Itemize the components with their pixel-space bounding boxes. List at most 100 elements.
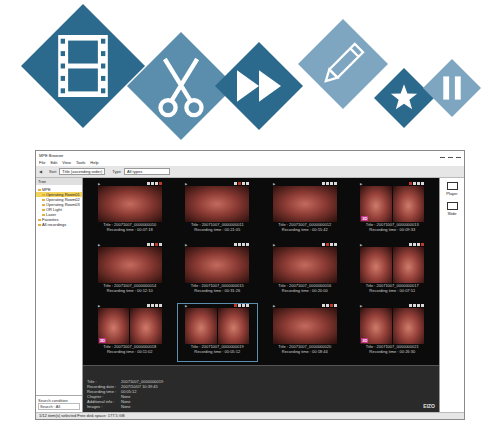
sort-dropdown[interactable]: Title (ascending order)	[59, 168, 105, 175]
tag-box[interactable]	[234, 243, 237, 246]
filter-label: Type	[112, 169, 121, 174]
tag-box[interactable]	[151, 304, 154, 307]
tag-box[interactable]	[147, 243, 150, 246]
tree-item[interactable]: Operating Room02	[36, 197, 82, 202]
player-button[interactable]: Player	[446, 182, 457, 196]
tag-box[interactable]	[147, 182, 150, 185]
thumbnail-title: Title : 20071007_0000000019	[191, 344, 244, 349]
folder-icon	[42, 204, 45, 206]
filter-dropdown[interactable]: All types	[124, 168, 170, 175]
thumbnail-card[interactable]: ▶ 3D Title : 20071007_0000000021 Recordi…	[352, 303, 434, 362]
tag-box[interactable]	[147, 304, 150, 307]
close-button[interactable]	[456, 153, 461, 158]
tag-box[interactable]	[330, 304, 333, 307]
thumbnail-card[interactable]: ▶ Title : 20071007_0000000017 Recording …	[352, 242, 434, 301]
tag-box[interactable]	[246, 304, 249, 307]
thumbnail-card[interactable]: ▶ Title : 20071007_0000000016 Recording …	[264, 242, 346, 301]
tag-box[interactable]	[409, 243, 412, 246]
tree-item[interactable]: Operating Room03	[36, 202, 82, 207]
tag-box[interactable]	[242, 182, 245, 185]
info-panel: Title :20071007_0000000019Recording date…	[83, 365, 439, 412]
tag-box[interactable]	[234, 182, 237, 185]
tag-box[interactable]	[326, 182, 329, 185]
folder-icon	[42, 194, 45, 196]
tag-box[interactable]	[326, 304, 329, 307]
tag-box[interactable]	[330, 182, 333, 185]
tag-box[interactable]	[417, 304, 420, 307]
tag-box[interactable]	[155, 182, 158, 185]
tree-item[interactable]: Favorites	[36, 217, 82, 222]
search-value[interactable]: Search : All	[38, 403, 80, 410]
tree-item[interactable]: All recordings	[36, 222, 82, 227]
tag-box[interactable]	[413, 304, 416, 307]
tag-box[interactable]	[421, 304, 424, 307]
thumbnail-card[interactable]: ▶ Title : 20071007_0000000014 Recording …	[89, 242, 171, 301]
folder-icon	[38, 189, 41, 191]
tag-box[interactable]	[155, 304, 158, 307]
tag-box[interactable]	[334, 304, 337, 307]
tag-box[interactable]	[234, 304, 237, 307]
tag-box[interactable]	[238, 304, 241, 307]
tag-box[interactable]	[242, 243, 245, 246]
slide-button[interactable]: Slide	[447, 202, 458, 216]
tag-box[interactable]	[322, 243, 325, 246]
tag-box[interactable]	[421, 243, 424, 246]
tree-item[interactable]: Laser	[36, 212, 82, 217]
thumbnail-card[interactable]: ▶ Title : 20071007_0000000020 Recording …	[264, 303, 346, 362]
tag-box[interactable]	[246, 243, 249, 246]
tag-box[interactable]	[159, 243, 162, 246]
film-diamond	[21, 4, 145, 128]
tag-box[interactable]	[334, 243, 337, 246]
video-frame	[393, 186, 425, 222]
thumbnail-card[interactable]: ▶ Title : 20071007_0000000015 Recording …	[177, 242, 259, 301]
tag-box[interactable]	[242, 304, 245, 307]
tag-box[interactable]	[238, 243, 241, 246]
tag-box[interactable]	[159, 182, 162, 185]
video-preview	[185, 186, 249, 222]
tag-box[interactable]	[421, 182, 424, 185]
tree-item[interactable]: Operating Room01	[36, 192, 82, 197]
pencil-icon	[322, 44, 363, 85]
sidebar: Tree MPEOperating Room01Operating Room02…	[36, 178, 83, 412]
tag-box[interactable]	[409, 182, 412, 185]
video-frame	[185, 247, 249, 283]
thumbnail-card[interactable]: ▶ Title : 20071007_0000000011 Recording …	[177, 181, 259, 240]
tag-box[interactable]	[246, 182, 249, 185]
tag-box[interactable]	[409, 304, 412, 307]
scissors-icon	[160, 59, 201, 115]
toolbar: ◀ Sort Title (ascending order) Type All …	[36, 166, 464, 178]
thumbnail-time: Recording time : 00:21:05	[194, 227, 240, 232]
video-frame	[185, 186, 249, 222]
thumbnail-card[interactable]: ▶ 3D Title : 20071007_0000000013 Recordi…	[352, 181, 434, 240]
tag-box[interactable]	[155, 243, 158, 246]
tag-box[interactable]	[413, 243, 416, 246]
tag-box[interactable]	[151, 182, 154, 185]
tag-box[interactable]	[326, 243, 329, 246]
maximize-button[interactable]	[448, 153, 453, 158]
back-button[interactable]: ◀	[39, 169, 42, 174]
thumbnail-card[interactable]: ▶ Title : 20071007_0000000010 Recording …	[89, 181, 171, 240]
thumbnail-card[interactable]: ▶ Title : 20071007_0000000019 Recording …	[177, 303, 259, 362]
tag-box[interactable]	[151, 243, 154, 246]
thumbnail-time: Recording time : 00:15:42	[282, 227, 328, 232]
tag-box[interactable]	[417, 243, 420, 246]
feature-banner	[0, 0, 500, 146]
video-frame	[98, 247, 162, 283]
thumbnail-time: Recording time : 00:11:02	[107, 349, 153, 354]
tag-box[interactable]	[330, 243, 333, 246]
tag-box[interactable]	[238, 182, 241, 185]
tree-item[interactable]: OR Light	[36, 207, 82, 212]
tag-box[interactable]	[417, 182, 420, 185]
tag-box[interactable]	[159, 304, 162, 307]
pause-icon	[443, 76, 460, 99]
thumbnail-card[interactable]: ▶ Title : 20071007_0000000012 Recording …	[264, 181, 346, 240]
tag-box[interactable]	[322, 304, 325, 307]
minimize-button[interactable]	[440, 153, 445, 158]
tag-box[interactable]	[322, 182, 325, 185]
tag-box[interactable]	[334, 182, 337, 185]
info-row: Title :20071007_0000000019	[87, 379, 163, 384]
tag-box[interactable]	[413, 182, 416, 185]
thumbnail-card[interactable]: ▶ 3D Title : 20071007_0000000018 Recordi…	[89, 303, 171, 362]
video-preview	[98, 186, 162, 222]
folder-icon	[38, 219, 41, 221]
